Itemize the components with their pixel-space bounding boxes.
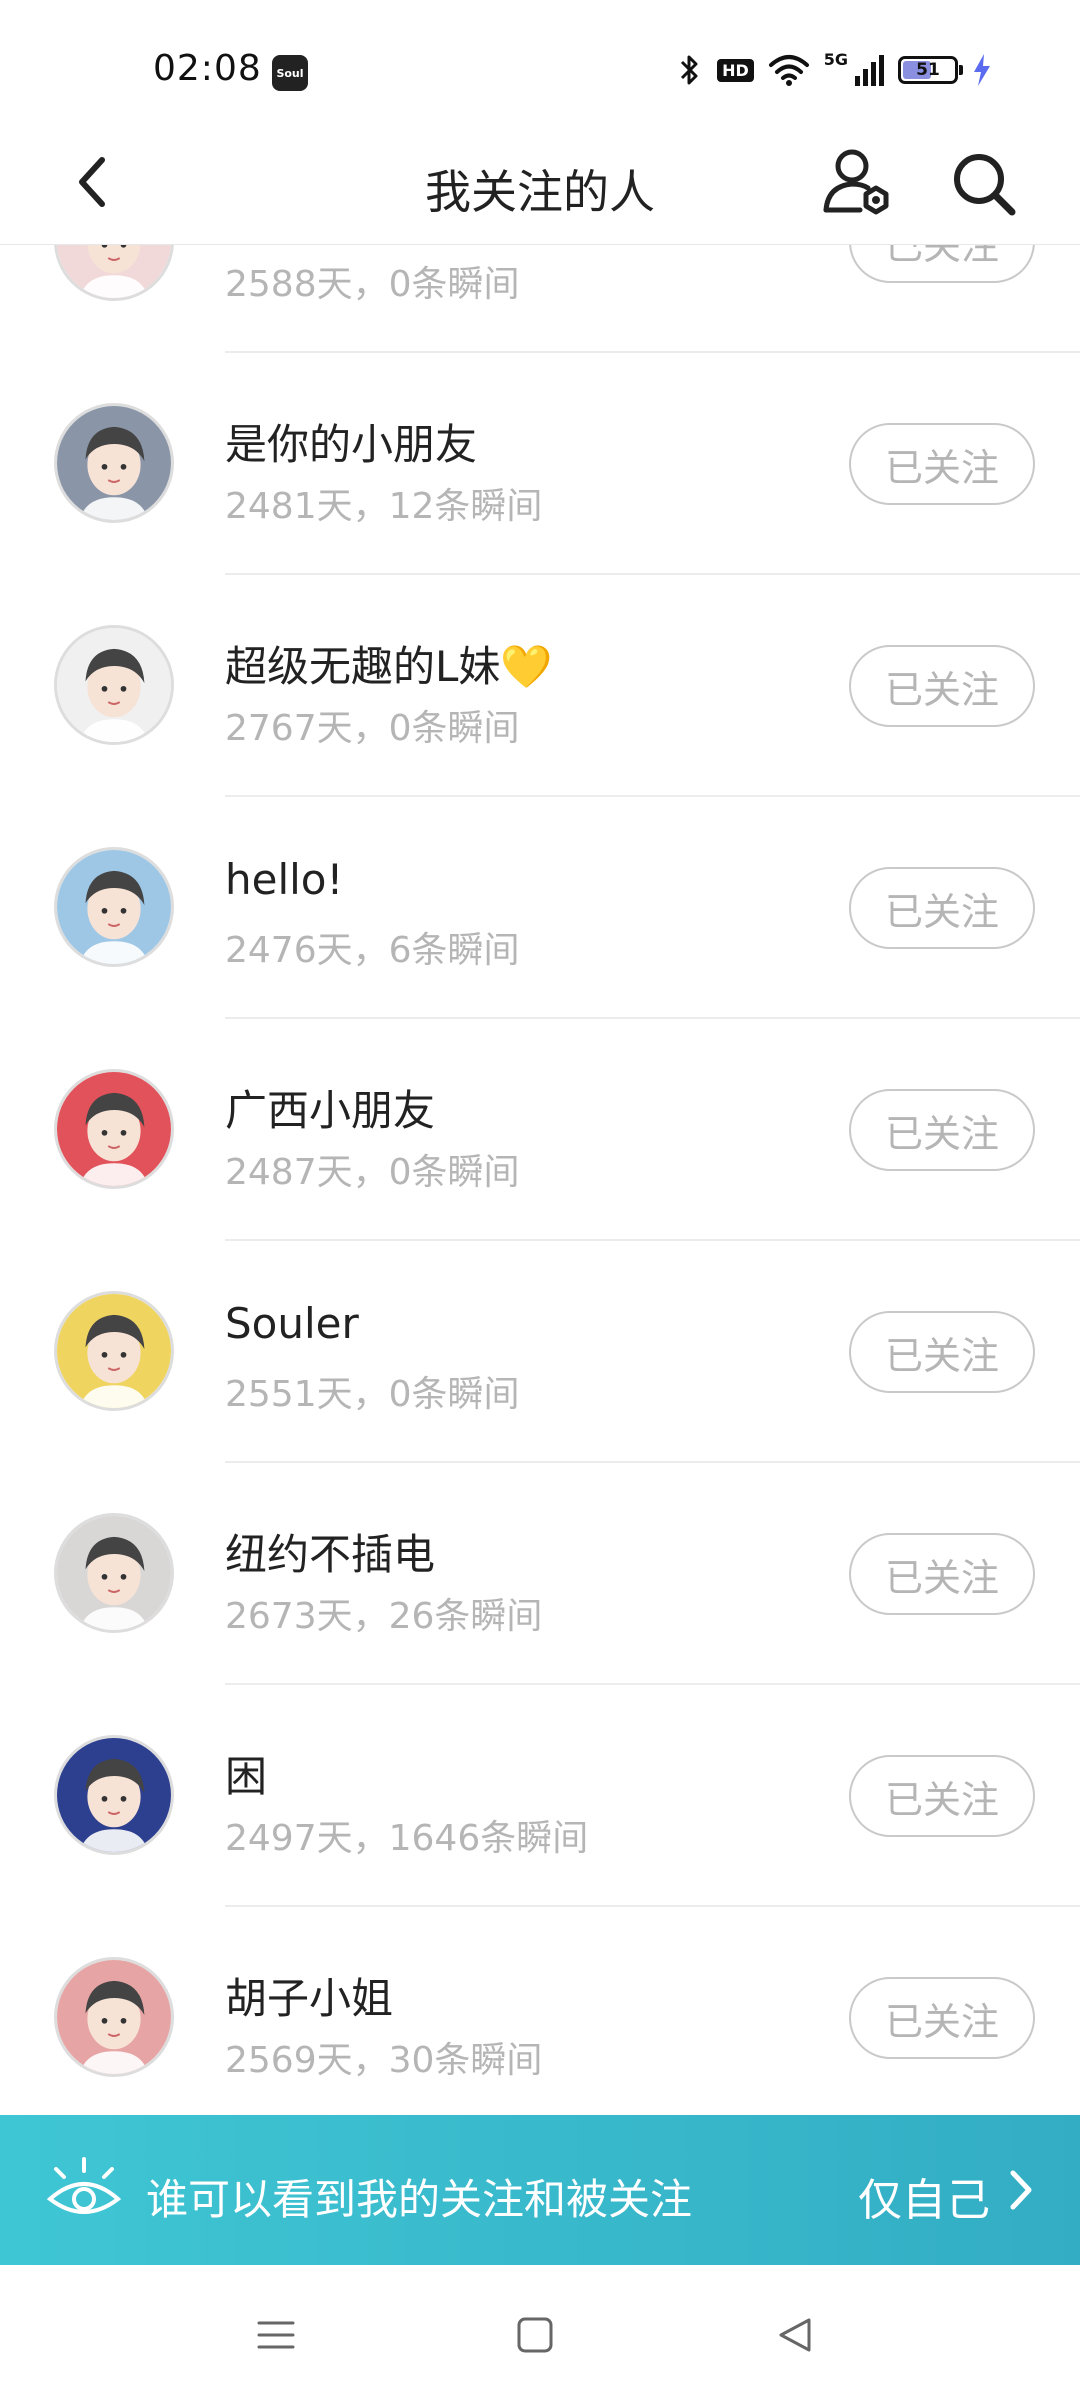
privacy-setting-banner[interactable]: 谁可以看到我的关注和被关注 仅自己 (0, 2115, 1080, 2265)
avatar[interactable] (54, 1291, 174, 1411)
user-stats: 2673天，26条瞬间 (225, 1596, 543, 1637)
avatar[interactable] (54, 847, 174, 967)
avatar[interactable] (54, 1735, 174, 1855)
status-icons: HD 5G 51 (677, 50, 992, 90)
battery-level: 51 (916, 60, 940, 80)
following-row[interactable]: hello! 2476天，6条瞬间 已关注 (0, 797, 1080, 1019)
avatar-image (57, 245, 171, 298)
user-name: hello! (225, 855, 344, 904)
nav-menu-button[interactable] (246, 2305, 306, 2365)
user-stats: 2767天，0条瞬间 (225, 708, 520, 749)
triangle-back-icon (779, 2318, 811, 2352)
following-status-button[interactable]: 已关注 (849, 423, 1035, 505)
user-stats: 2476天，6条瞬间 (225, 930, 520, 971)
privacy-label: 谁可以看到我的关注和被关注 (146, 2175, 693, 2224)
following-status-button[interactable]: 已关注 (849, 1533, 1035, 1615)
avatar-image (57, 628, 171, 742)
avatar[interactable] (54, 1513, 174, 1633)
nav-home-button[interactable] (505, 2305, 565, 2365)
following-list[interactable]: 2588天，0条瞬间 已关注 是你的小朋友 2481天，12条瞬间 已关注 超级… (0, 245, 1080, 2115)
user-name: 纽约不插电 (225, 1530, 436, 1579)
bluetooth-icon (681, 55, 698, 85)
user-name: 广西小朋友 (225, 1086, 436, 1135)
battery-indicator: 51 (898, 56, 963, 84)
avatar-image (57, 1516, 171, 1630)
page-title: 我关注的人 (425, 165, 655, 219)
following-row[interactable]: Souler 2551天，0条瞬间 已关注 (0, 1241, 1080, 1463)
following-row[interactable]: 是你的小朋友 2481天，12条瞬间 已关注 (0, 353, 1080, 575)
user-stats: 2588天，0条瞬间 (225, 264, 520, 305)
following-row[interactable]: 广西小朋友 2487天，0条瞬间 已关注 (0, 1019, 1080, 1241)
avatar-image (57, 1738, 171, 1852)
avatar-image (57, 850, 171, 964)
user-name: Souler (225, 1299, 359, 1348)
user-stats: 2551天，0条瞬间 (225, 1374, 520, 1415)
following-status-button[interactable]: 已关注 (849, 1089, 1035, 1171)
avatar[interactable] (54, 403, 174, 523)
user-stats: 2569天，30条瞬间 (225, 2040, 543, 2081)
following-row[interactable]: 超级无趣的L妹💛 2767天，0条瞬间 已关注 (0, 575, 1080, 797)
avatar[interactable] (54, 625, 174, 745)
user-settings-button[interactable] (820, 144, 896, 220)
signal-icon (855, 55, 884, 86)
avatar[interactable] (54, 245, 174, 301)
avatar-image (57, 1960, 171, 2074)
following-row[interactable]: 困 2497天，1646条瞬间 已关注 (0, 1685, 1080, 1907)
soul-app-icon: Soul (272, 55, 308, 91)
following-status-button[interactable]: 已关注 (849, 1755, 1035, 1837)
user-gear-icon (823, 149, 889, 215)
network-5g-label: 5G (823, 50, 848, 69)
following-status-button[interactable]: 已关注 (849, 1977, 1035, 2059)
avatar[interactable] (54, 1957, 174, 2077)
wifi-icon (768, 55, 809, 86)
menu-icon (257, 2321, 295, 2349)
eye-icon (46, 2157, 122, 2214)
search-icon (954, 154, 1016, 216)
chevron-right-icon (1010, 2170, 1032, 2210)
privacy-value: 仅自己 (858, 2175, 990, 2226)
search-button[interactable] (946, 146, 1022, 222)
following-list-content: 2588天，0条瞬间 已关注 是你的小朋友 2481天，12条瞬间 已关注 超级… (0, 245, 1080, 2115)
following-status-button[interactable]: 已关注 (849, 645, 1035, 727)
user-stats: 2481天，12条瞬间 (225, 486, 543, 527)
user-name: 困 (225, 1752, 268, 1801)
nav-back-button[interactable] (765, 2305, 825, 2365)
system-nav-bar (0, 2265, 1080, 2400)
hd-badge: HD (717, 58, 754, 82)
user-name: 胡子小姐 (225, 1974, 394, 2023)
following-row[interactable]: 2588天，0条瞬间 已关注 (0, 245, 1080, 353)
square-icon (517, 2317, 553, 2353)
avatar-image (57, 406, 171, 520)
following-row[interactable]: 纽约不插电 2673天，26条瞬间 已关注 (0, 1463, 1080, 1685)
user-name: 是你的小朋友 (225, 420, 478, 469)
status-bar: 02:08 Soul HD 5G 51 (0, 0, 1080, 120)
status-time: 02:08 (153, 48, 262, 89)
following-row[interactable]: 胡子小姐 2569天，30条瞬间 已关注 (0, 1907, 1080, 2115)
avatar-image (57, 1072, 171, 1186)
app-header: 我关注的人 (0, 120, 1080, 245)
user-stats: 2487天，0条瞬间 (225, 1152, 520, 1193)
following-status-button[interactable]: 已关注 (849, 867, 1035, 949)
avatar-image (57, 1294, 171, 1408)
following-status-button[interactable]: 已关注 (849, 245, 1035, 283)
avatar[interactable] (54, 1069, 174, 1189)
following-status-button[interactable]: 已关注 (849, 1311, 1035, 1393)
user-stats: 2497天，1646条瞬间 (225, 1818, 589, 1859)
charging-icon (974, 54, 990, 86)
user-name: 超级无趣的L妹💛 (225, 642, 553, 691)
